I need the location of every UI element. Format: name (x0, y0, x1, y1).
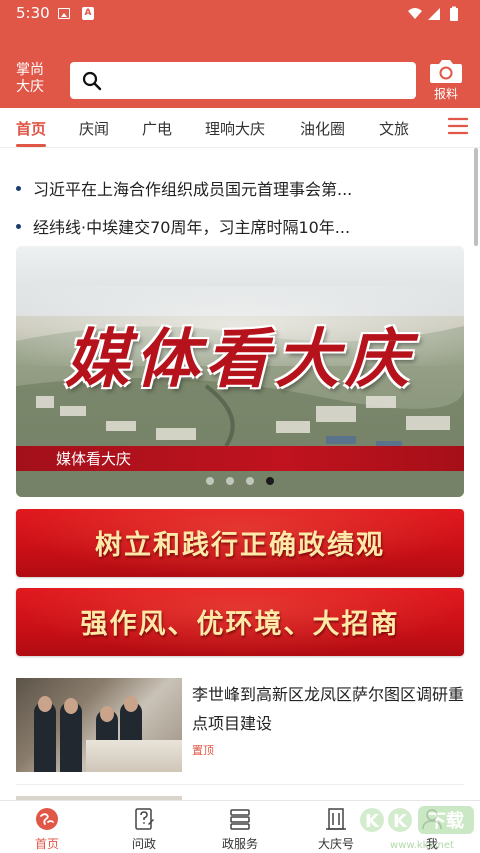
brand-logo: 掌尚 大庆 (16, 62, 52, 96)
promo-banner-zhaoshang[interactable]: 强作风、优环境、大招商 (16, 588, 464, 656)
news-title: 李世峰到高新区龙凤区萨尔图区调研重点项目建设 (192, 685, 465, 733)
battery-icon (450, 8, 458, 21)
thumb-figure (34, 702, 56, 772)
search-bar[interactable] (70, 62, 416, 99)
carousel-indicator (206, 477, 286, 487)
headline-item[interactable]: 习近平在上海合作组织成员国元首理事会第... (16, 176, 464, 202)
nav-label: 首页 (34, 837, 59, 851)
banner-caption: 媒体看大庆 (56, 450, 132, 468)
search-input[interactable] (112, 62, 408, 99)
tab-guangdian[interactable]: 广电 (142, 118, 172, 139)
signal-icon (428, 8, 440, 20)
svg-text:下载: 下载 (428, 810, 464, 832)
report-label: 报料 (433, 87, 458, 101)
list-divider (16, 784, 464, 785)
svg-text:K: K (365, 811, 380, 832)
server-icon (230, 809, 250, 830)
headline-text: 经纬线·中埃建交70周年，习主席时隔10年... (33, 218, 351, 237)
tab-wenlv[interactable]: 文旅 (379, 118, 409, 139)
promo-text: 强作风、优环境、大招商 (80, 609, 400, 640)
brand-line-2: 大庆 (16, 79, 44, 95)
nav-gov-service[interactable]: 政服务 (205, 805, 275, 851)
thumb-figure-head (124, 696, 138, 712)
active-tab-indicator (16, 144, 46, 147)
app-header: 5:30 A 掌尚 大庆 报料 (0, 0, 480, 108)
nav-home[interactable]: 首页 (12, 805, 82, 851)
carousel-dot[interactable] (226, 477, 234, 485)
brand-line-1: 掌尚 (16, 62, 44, 78)
promo-text: 树立和践行正确政绩观 (95, 530, 385, 561)
channel-menu-icon[interactable] (448, 116, 468, 136)
headline-text: 习近平在上海合作组织成员国元首理事会第... (33, 180, 353, 199)
thumb-figure-head (64, 698, 78, 714)
report-button[interactable]: 报料 (426, 58, 466, 102)
thumb-figure-head (38, 696, 52, 712)
kkx-watermark-logo: K K 下载 www.kkx.net (360, 806, 474, 851)
news-list-item[interactable]: 李世峰到高新区龙凤区萨尔图区调研重点项目建设 置顶 (16, 678, 464, 772)
banner-caption-bar: 媒体看大庆 (16, 446, 464, 471)
status-time: 5:30 (16, 4, 50, 22)
status-bar: 5:30 A (0, 0, 480, 28)
svg-text:K: K (393, 811, 408, 832)
nav-label: 政服务 (221, 837, 258, 851)
tab-youhuaquan[interactable]: 油化圈 (300, 118, 345, 139)
svg-text:www.kkx.net: www.kkx.net (390, 840, 454, 851)
image-notification-icon (58, 8, 70, 19)
bullet-dot (16, 186, 21, 191)
tab-qingwen[interactable]: 庆闻 (79, 118, 109, 139)
wifi-icon (408, 8, 422, 19)
carousel-dot[interactable] (246, 477, 254, 485)
headline-item[interactable]: 经纬线·中埃建交70周年，习主席时隔10年... (16, 214, 464, 240)
camera-icon (430, 60, 462, 83)
app-notification-icon: A (82, 7, 94, 20)
carousel-dot-active[interactable] (266, 477, 274, 485)
scrollbar[interactable] (474, 148, 478, 246)
tab-lixiang-daqing[interactable]: 理响大庆 (205, 118, 265, 139)
building-icon (326, 808, 346, 830)
banner-title: 媒体看大庆 (65, 322, 415, 397)
inquiry-icon (135, 808, 154, 830)
pinned-tag: 置顶 (192, 744, 214, 757)
thumb-sand-table-model (86, 740, 182, 772)
home-globe-icon (36, 808, 58, 830)
bullet-dot (16, 224, 21, 229)
search-icon (82, 71, 102, 91)
tab-home[interactable]: 首页 (16, 118, 46, 139)
nav-inquiry[interactable]: 问政 (109, 805, 179, 851)
carousel-banner[interactable]: 媒体看大庆 媒体看大庆 (16, 246, 464, 497)
nav-label: 问政 (131, 837, 156, 851)
system-status-icons (408, 6, 458, 21)
news-thumbnail (16, 678, 182, 772)
carousel-dot[interactable] (206, 477, 214, 485)
thumb-figure-head (100, 706, 114, 722)
channel-tabs: 首页 庆闻 广电 理响大庆 油化圈 文旅 (0, 108, 480, 148)
promo-banner-zhengjiguan[interactable]: 树立和践行正确政绩观 (16, 509, 464, 577)
